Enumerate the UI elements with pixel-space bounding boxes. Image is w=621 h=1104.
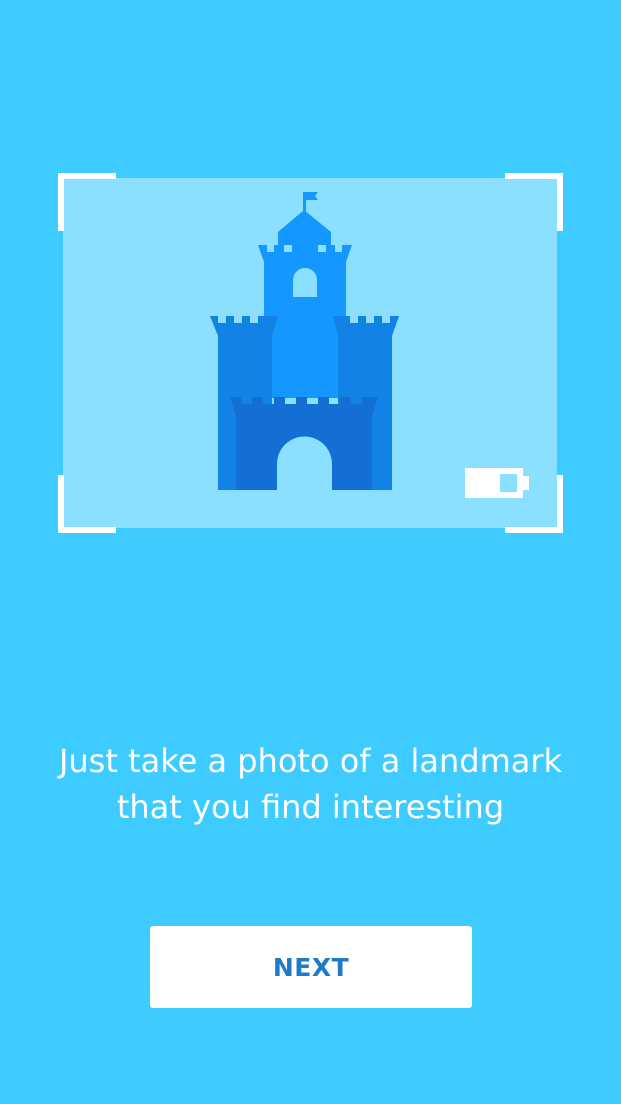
viewfinder-corner-bottom-left [58, 475, 116, 533]
viewfinder-corner-top-right [505, 173, 563, 231]
viewfinder-corner-top-left [58, 173, 116, 231]
castle-icon [210, 192, 399, 490]
caption-line-2: that you find interesting [116, 788, 505, 826]
onboarding-caption: Just take a photo of a landmark that you… [20, 738, 601, 830]
battery-icon [465, 468, 529, 498]
caption-line-1: Just take a photo of a landmark [58, 742, 563, 780]
next-button[interactable]: NEXT [150, 926, 472, 1008]
